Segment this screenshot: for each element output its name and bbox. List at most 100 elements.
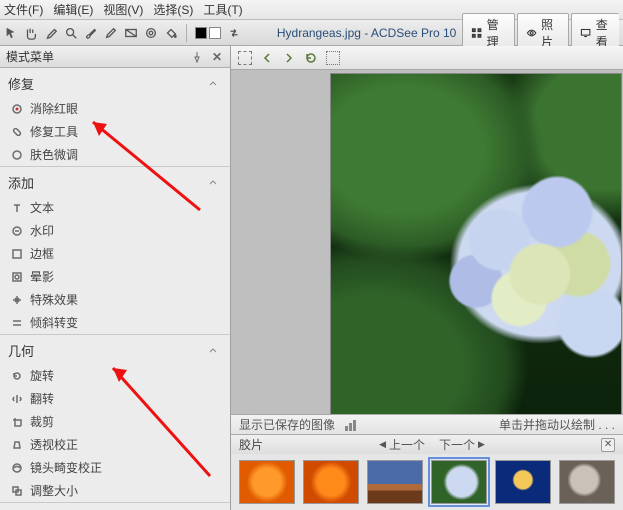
thumbnail[interactable] bbox=[367, 460, 423, 504]
pin-icon[interactable] bbox=[190, 50, 204, 64]
swatch-background[interactable] bbox=[209, 27, 221, 39]
tool-radial[interactable] bbox=[144, 25, 158, 41]
bandage-icon bbox=[10, 125, 24, 139]
menu-view[interactable]: 视图(V) bbox=[103, 1, 143, 18]
filmstrip bbox=[231, 454, 623, 510]
status-saved-label[interactable]: 显示已保存的图像 bbox=[239, 416, 335, 433]
arrow-left-icon[interactable] bbox=[259, 50, 275, 66]
tool-bucket[interactable] bbox=[164, 25, 178, 41]
thumbnail[interactable] bbox=[239, 460, 295, 504]
item-crop[interactable]: 裁剪 bbox=[0, 410, 230, 433]
item-rotate[interactable]: 旋转 bbox=[0, 364, 230, 387]
panel-title: 模式菜单 bbox=[6, 48, 54, 65]
histogram-icon[interactable] bbox=[345, 419, 359, 431]
tiltshift-icon bbox=[10, 316, 24, 330]
item-tiltshift[interactable]: 倾斜转变 bbox=[0, 311, 230, 334]
group-repair[interactable]: 修复 bbox=[0, 68, 230, 97]
item-label: 镜头畸变校正 bbox=[30, 459, 102, 476]
item-label: 肤色微调 bbox=[30, 146, 78, 163]
item-lens-correction[interactable]: 镜头畸变校正 bbox=[0, 456, 230, 479]
item-resize[interactable]: 调整大小 bbox=[0, 479, 230, 502]
marquee-tool-icon[interactable] bbox=[237, 50, 253, 66]
item-label: 修复工具 bbox=[30, 123, 78, 140]
flip-icon bbox=[10, 392, 24, 406]
group-geometry-label: 几何 bbox=[8, 341, 34, 360]
group-geometry[interactable]: 几何 bbox=[0, 334, 230, 364]
image-preview bbox=[331, 74, 621, 414]
filmstrip-close-icon[interactable]: ✕ bbox=[601, 438, 615, 452]
tool-eyedropper[interactable] bbox=[44, 25, 58, 41]
item-skin-tune[interactable]: 肤色微调 bbox=[0, 143, 230, 166]
mode-photo-label: 照片 bbox=[541, 16, 560, 50]
item-label: 透视校正 bbox=[30, 436, 78, 453]
group-add-label: 添加 bbox=[8, 173, 34, 192]
tool-hand[interactable] bbox=[24, 25, 38, 41]
item-repair-tool[interactable]: 修复工具 bbox=[0, 120, 230, 143]
refresh-icon[interactable] bbox=[303, 50, 319, 66]
menu-tools[interactable]: 工具(T) bbox=[203, 1, 242, 18]
grid-icon bbox=[471, 26, 482, 40]
thumbnail[interactable] bbox=[495, 460, 551, 504]
prev-button[interactable]: ◀上一个 bbox=[379, 436, 425, 453]
panel-body: 修复 消除红眼 修复工具 肤色微调 添加 文本 水印 边框 晕影 特殊效果 倾斜… bbox=[0, 68, 230, 510]
group-add[interactable]: 添加 bbox=[0, 166, 230, 196]
swatch-foreground[interactable] bbox=[195, 27, 207, 39]
tool-brush[interactable] bbox=[84, 25, 98, 41]
mode-view-label: 查看 bbox=[596, 16, 615, 50]
border-icon bbox=[10, 247, 24, 261]
tool-pencil[interactable] bbox=[104, 25, 118, 41]
item-vignette[interactable]: 晕影 bbox=[0, 265, 230, 288]
chevron-down-icon bbox=[208, 346, 218, 356]
prev-label: 上一个 bbox=[389, 436, 425, 453]
item-red-eye[interactable]: 消除红眼 bbox=[0, 97, 230, 120]
menu-select[interactable]: 选择(S) bbox=[153, 1, 193, 18]
mode-manage-label: 管理 bbox=[487, 16, 506, 50]
item-label: 文本 bbox=[30, 199, 54, 216]
item-label: 晕影 bbox=[30, 268, 54, 285]
viewer-toolbar bbox=[231, 46, 623, 70]
item-text[interactable]: 文本 bbox=[0, 196, 230, 219]
item-label: 特殊效果 bbox=[30, 291, 78, 308]
crop-icon bbox=[10, 415, 24, 429]
color-swatches[interactable] bbox=[195, 27, 221, 39]
thumbnail[interactable] bbox=[303, 460, 359, 504]
item-border[interactable]: 边框 bbox=[0, 242, 230, 265]
menu-file[interactable]: 文件(F) bbox=[4, 1, 43, 18]
arrow-right-icon[interactable] bbox=[281, 50, 297, 66]
swap-colors-icon[interactable] bbox=[227, 25, 241, 41]
filmstrip-header: 胶片 ◀上一个 下一个▶ ✕ bbox=[231, 434, 623, 454]
next-label: 下一个 bbox=[439, 436, 475, 453]
group-exposure[interactable]: 曝光 / 照明 bbox=[0, 502, 230, 510]
right-area: 显示已保存的图像 单击并拖动以绘制 . . . 胶片 ◀上一个 下一个▶ ✕ bbox=[231, 46, 623, 510]
tool-gradient[interactable] bbox=[124, 25, 138, 41]
item-perspective[interactable]: 透视校正 bbox=[0, 433, 230, 456]
tool-arrow[interactable] bbox=[4, 25, 18, 41]
sparkle-icon bbox=[10, 293, 24, 307]
item-watermark[interactable]: 水印 bbox=[0, 219, 230, 242]
hydrangea-image bbox=[331, 74, 621, 414]
chevron-down-icon bbox=[208, 178, 218, 188]
vignette-icon bbox=[10, 270, 24, 284]
item-label: 边框 bbox=[30, 245, 54, 262]
item-effects[interactable]: 特殊效果 bbox=[0, 288, 230, 311]
image-canvas[interactable] bbox=[231, 70, 623, 414]
tool-zoom[interactable] bbox=[64, 25, 78, 41]
next-button[interactable]: 下一个▶ bbox=[439, 436, 485, 453]
monitor-icon bbox=[580, 26, 591, 40]
menu-edit[interactable]: 编辑(E) bbox=[53, 1, 93, 18]
status-hint: 单击并拖动以绘制 . . . bbox=[499, 416, 615, 433]
thumbnail[interactable] bbox=[559, 460, 615, 504]
item-label: 水印 bbox=[30, 222, 54, 239]
text-icon bbox=[10, 201, 24, 215]
perspective-icon bbox=[10, 438, 24, 452]
item-flip[interactable]: 翻转 bbox=[0, 387, 230, 410]
group-repair-label: 修复 bbox=[8, 74, 34, 93]
close-icon[interactable]: ✕ bbox=[210, 50, 224, 64]
left-panel: 模式菜单 ✕ 修复 消除红眼 修复工具 肤色微调 添加 文本 水印 边框 晕影 … bbox=[0, 46, 231, 510]
watermark-icon bbox=[10, 224, 24, 238]
item-label: 旋转 bbox=[30, 367, 54, 384]
thumbnail-selected[interactable] bbox=[431, 460, 487, 504]
toolbar: Hydrangeas.jpg - ACDSee Pro 10 管理 照片 查看 bbox=[0, 20, 623, 46]
chevron-down-icon bbox=[208, 79, 218, 89]
options-icon[interactable] bbox=[325, 50, 341, 66]
